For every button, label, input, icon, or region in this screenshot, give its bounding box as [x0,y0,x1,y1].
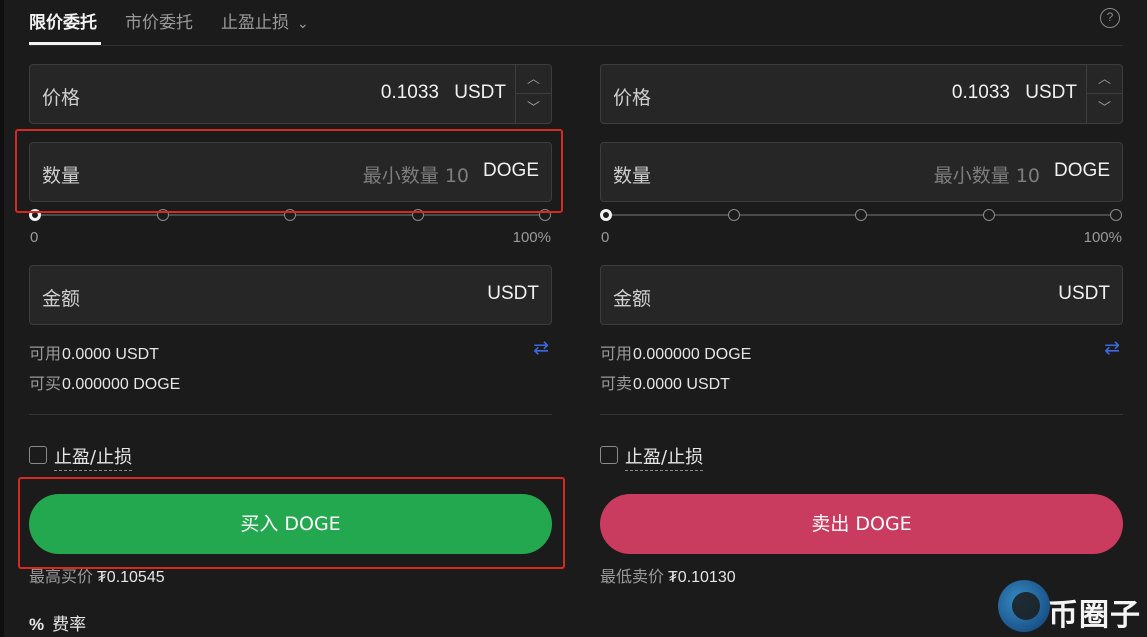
slider-dot-50[interactable] [284,209,296,221]
buy-percent-slider[interactable] [29,207,552,223]
sell-quantity-placeholder[interactable]: 最小数量 10 [934,161,1040,188]
slider-max-label: 100% [512,229,551,246]
buy-price-value[interactable]: 0.1033 [381,82,439,104]
slider-dot-50[interactable] [855,209,867,221]
slider-dot-100[interactable] [1110,209,1122,221]
chevron-up-icon[interactable]: ︿ [1087,65,1122,94]
sell-amount-label: 金额 [613,288,652,310]
buy-available: 可用0.0000 USDT [29,340,159,364]
sell-quantity-label: 数量 [613,165,652,187]
sell-price-label: 价格 [613,87,652,109]
buy-price-field[interactable]: 价格 0.1033 USDT ︿ ﹀ [29,64,552,124]
divider [600,414,1123,415]
sell-available: 可用0.000000 DOGE [600,340,751,364]
buy-price-stepper: ︿ ﹀ [515,65,551,123]
buy-quantity-placeholder[interactable]: 最小数量 10 [363,161,469,188]
slider-dot-0[interactable] [600,209,612,221]
slider-dot-100[interactable] [539,209,551,221]
watermark-circle-inner [1012,592,1040,620]
sell-best-price: 最低卖价 ₮0.10130 [600,563,736,587]
sell-amount-field[interactable]: 金额 USDT [600,265,1123,325]
sell-available-value: 0.000000 DOGE [633,346,752,363]
slider-dot-75[interactable] [412,209,424,221]
chevron-up-icon[interactable]: ︿ [516,65,551,94]
sell-price-unit: USDT [1025,82,1077,103]
buy-quantity-label: 数量 [42,165,81,187]
buy-quantity-field[interactable]: 数量 最小数量 10 DOGE [29,142,552,202]
buy-available-value: 0.0000 USDT [62,346,159,363]
sell-available-label: 可用 [600,344,633,363]
sell-best-price-label: 最低卖价 [600,567,665,586]
buy-amount-label: 金额 [42,288,81,310]
chevron-down-icon[interactable]: ﹀ [1087,94,1122,123]
buy-max: 可买0.000000 DOGE [29,370,180,394]
buy-amount-unit: USDT [487,283,539,304]
sell-best-price-value: ₮0.10130 [668,569,736,586]
buy-max-label: 可买 [29,374,62,393]
percent-icon: % [29,615,45,634]
swap-icon[interactable]: ⇄ [1104,337,1120,359]
buy-amount-field[interactable]: 金额 USDT [29,265,552,325]
fee-rate[interactable]: % 费率 [29,610,86,635]
buy-button[interactable]: 买入 DOGE [29,494,552,554]
watermark-logo: 币圈子 [994,578,1144,636]
sell-amount-unit: USDT [1058,283,1110,304]
divider [29,414,552,415]
sell-quantity-field[interactable]: 数量 最小数量 10 DOGE [600,142,1123,202]
slider-dot-0[interactable] [29,209,41,221]
swap-icon[interactable]: ⇄ [533,337,549,359]
sell-max-label: 可卖 [600,374,633,393]
fee-rate-label: 费率 [52,615,87,635]
buy-available-label: 可用 [29,344,62,363]
watermark-text: 币圈子 [1048,598,1141,633]
slider-dot-75[interactable] [983,209,995,221]
left-edge [0,0,4,637]
buy-price-unit: USDT [454,82,506,103]
slider-dot-25[interactable] [157,209,169,221]
sell-percent-slider[interactable] [600,207,1123,223]
sell-tpsl-checkbox[interactable] [600,446,618,464]
sell-price-field[interactable]: 价格 0.1033 USDT ︿ ﹀ [600,64,1123,124]
chevron-down-icon[interactable]: ﹀ [516,94,551,123]
buy-best-price: 最高买价 ₮0.10545 [29,563,165,587]
slider-min-label: 0 [601,229,610,246]
sell-tpsl-label[interactable]: 止盈/止损 [625,443,704,471]
buy-panel: 价格 0.1033 USDT ︿ ﹀ 数量 最小数量 10 DOGE 0 100… [29,0,552,637]
buy-best-price-value: ₮0.10545 [97,569,165,586]
buy-quantity-unit: DOGE [483,160,539,181]
sell-max-value: 0.0000 USDT [633,376,730,393]
sell-max: 可卖0.0000 USDT [600,370,730,394]
buy-tpsl-checkbox[interactable] [29,446,47,464]
buy-best-price-label: 最高买价 [29,567,94,586]
sell-price-value[interactable]: 0.1033 [952,82,1010,104]
buy-max-value: 0.000000 DOGE [62,376,181,393]
slider-min-label: 0 [30,229,39,246]
buy-price-label: 价格 [42,87,81,109]
slider-max-label: 100% [1083,229,1122,246]
sell-panel: 价格 0.1033 USDT ︿ ﹀ 数量 最小数量 10 DOGE 0 100… [600,0,1123,637]
buy-tpsl-label[interactable]: 止盈/止损 [54,443,133,471]
slider-dot-25[interactable] [728,209,740,221]
sell-price-stepper: ︿ ﹀ [1086,65,1122,123]
sell-quantity-unit: DOGE [1054,160,1110,181]
sell-button[interactable]: 卖出 DOGE [600,494,1123,554]
